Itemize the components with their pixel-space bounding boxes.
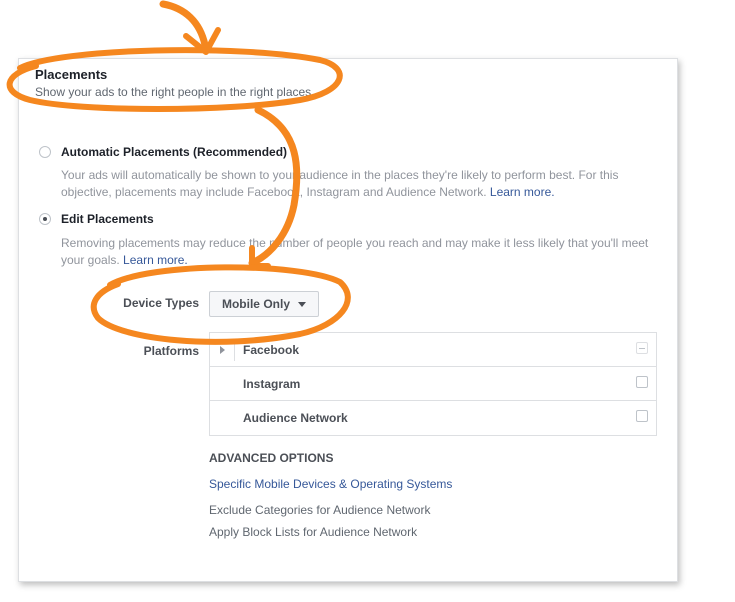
block-lists-link[interactable]: Apply Block Lists for Audience Network <box>209 525 417 539</box>
caret-down-icon <box>298 301 306 307</box>
facebook-checkbox[interactable] <box>636 342 648 354</box>
platform-name: Audience Network <box>243 411 348 425</box>
section-header: Placements Show your ads to the right pe… <box>35 67 315 99</box>
edit-placements-radio[interactable] <box>39 213 51 225</box>
audience-network-checkbox[interactable] <box>636 410 648 422</box>
platform-name: Facebook <box>243 343 300 357</box>
top-arrow-icon <box>159 0 209 49</box>
edit-placements-description: Removing placements may reduce the numbe… <box>61 235 651 269</box>
section-title: Placements <box>35 67 108 82</box>
automatic-placements-description: Your ads will automatically be shown to … <box>61 167 651 201</box>
device-types-value: Mobile Only <box>221 297 290 311</box>
section-subtitle: Show your ads to the right people in the… <box>35 85 315 99</box>
platforms-list: Facebook Instagram Audience Network <box>209 332 657 436</box>
automatic-placements-radio[interactable] <box>39 146 51 158</box>
platform-name: Instagram <box>243 377 301 391</box>
automatic-placements-option[interactable]: Automatic Placements (Recommended) <box>39 145 287 159</box>
placements-card: Placements Show your ads to the right pe… <box>18 58 678 582</box>
platforms-label: Platforms <box>143 344 199 358</box>
edit-learn-more-link[interactable]: Learn more. <box>123 253 188 267</box>
divider <box>234 339 235 361</box>
platform-row-facebook[interactable]: Facebook <box>210 333 656 367</box>
device-types-label: Device Types <box>123 296 199 310</box>
expand-arrow-icon[interactable] <box>220 346 225 354</box>
advanced-options-title: ADVANCED OPTIONS <box>209 451 334 465</box>
platform-row-audience-network[interactable]: Audience Network <box>210 401 656 435</box>
edit-placements-label: Edit Placements <box>61 212 154 226</box>
device-types-dropdown[interactable]: Mobile Only <box>209 291 319 317</box>
platform-row-instagram[interactable]: Instagram <box>210 367 656 401</box>
automatic-placements-label: Automatic Placements (Recommended) <box>61 145 288 159</box>
instagram-checkbox[interactable] <box>636 376 648 388</box>
automatic-learn-more-link[interactable]: Learn more. <box>490 185 555 199</box>
exclude-categories-link[interactable]: Exclude Categories for Audience Network <box>209 503 430 517</box>
edit-placements-option[interactable]: Edit Placements <box>39 212 154 226</box>
specific-devices-link[interactable]: Specific Mobile Devices & Operating Syst… <box>209 477 452 491</box>
